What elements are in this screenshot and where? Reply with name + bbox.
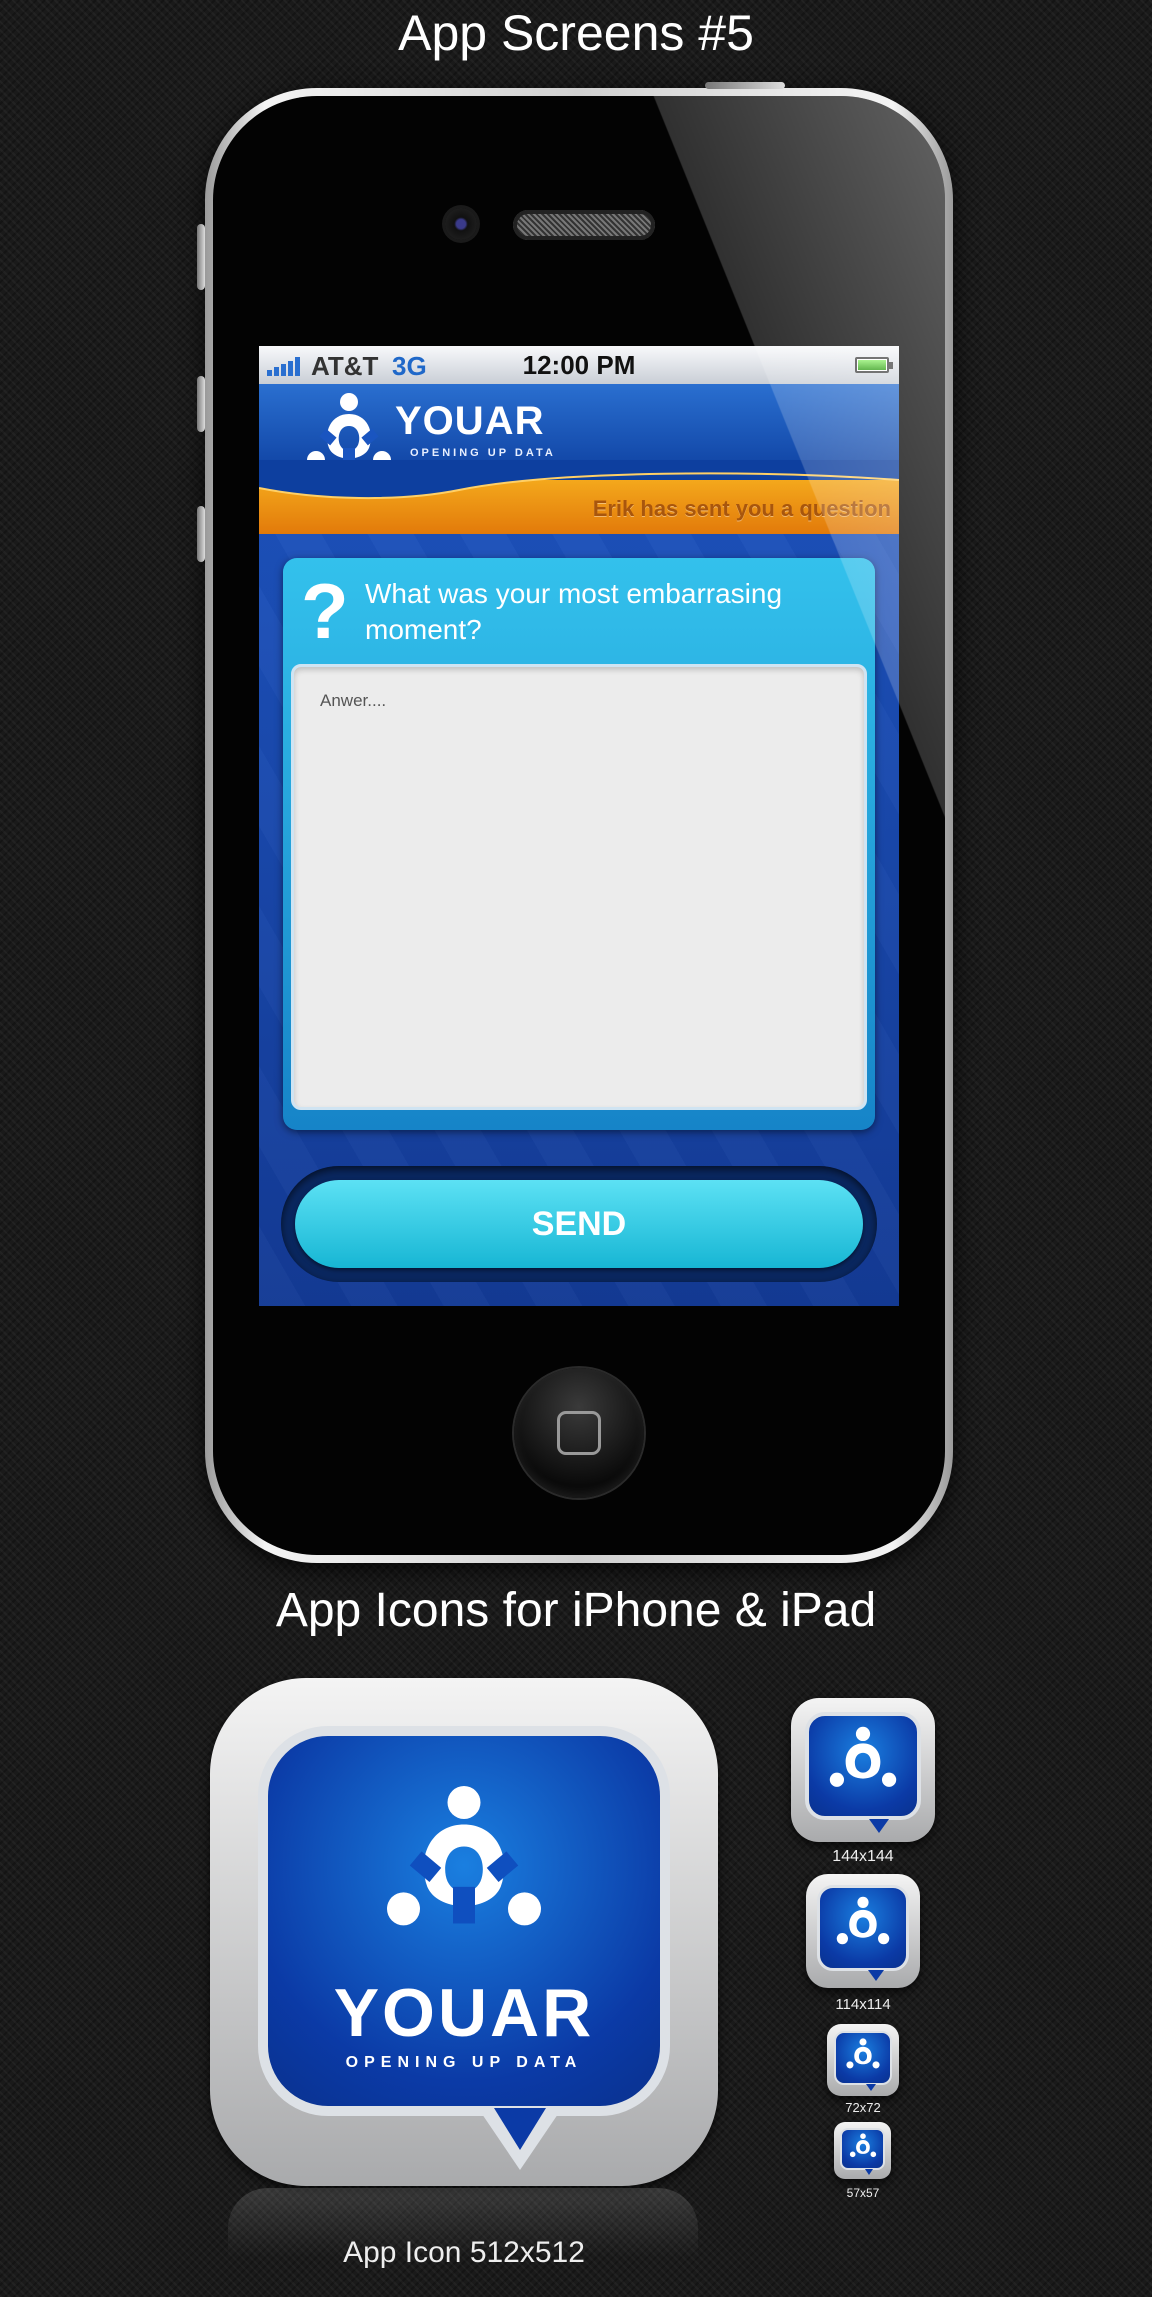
- app-icon-72: [827, 2024, 899, 2096]
- icon-bubble-tail: [866, 2084, 876, 2091]
- app-icon-114: [806, 1874, 920, 1988]
- mute-switch: [197, 224, 205, 290]
- icon-brand-tagline: OPENING UP DATA: [345, 2054, 583, 2071]
- icon-caption-57: 57x57: [846, 2186, 880, 2200]
- icon-caption-144: 144x144: [832, 1848, 894, 1865]
- youar-logo-icon: [836, 1896, 890, 1945]
- speaker-grille: [513, 210, 655, 240]
- home-square-icon: [557, 1411, 601, 1455]
- youar-logo-icon: [829, 1726, 897, 1787]
- icon-bubble-tail: [868, 1970, 884, 1981]
- youar-logo-icon: [846, 2038, 880, 2069]
- icon-bubble-tail: [865, 2169, 873, 2175]
- iphone-mockup: AT&T 3G 12:00 PM YOUAR OPENING UP DATA E…: [197, 82, 953, 1563]
- icon-caption-512: App Icon 512x512: [343, 2236, 585, 2269]
- send-button[interactable]: SEND: [295, 1180, 863, 1268]
- brand-name: YOUAR: [395, 399, 545, 443]
- status-bar: AT&T 3G 12:00 PM: [259, 346, 899, 384]
- icon-brand-name: YOUAR: [333, 1975, 595, 2051]
- volume-up-button: [197, 376, 205, 432]
- youar-logo-icon: [387, 1786, 541, 1926]
- status-time: 12:00 PM: [522, 350, 636, 380]
- question-text: What was your most embarrasing moment?: [365, 578, 783, 645]
- youar-logo-icon: [849, 2133, 877, 2158]
- app-icon-57: [834, 2122, 891, 2179]
- icon-bubble-tail: [869, 1819, 889, 1833]
- battery-full-icon: [855, 357, 893, 373]
- question-mark-icon: ?: [301, 567, 349, 655]
- question-card: ? What was your most embarrasing moment?: [283, 558, 875, 1130]
- notification-text[interactable]: Erik has sent you a question: [593, 496, 891, 522]
- icon-caption-72: 72x72: [845, 2100, 881, 2115]
- camera-icon: [445, 208, 477, 240]
- app-icon-144: [791, 1698, 935, 1842]
- brand-tagline: OPENING UP DATA: [410, 447, 556, 459]
- volume-down-button: [197, 506, 205, 562]
- icons-section-title: App Icons for iPhone & iPad: [275, 1584, 877, 1637]
- sleep-button: [705, 82, 785, 89]
- phone-screen: AT&T 3G 12:00 PM YOUAR OPENING UP DATA E…: [259, 346, 899, 1306]
- phone-face: AT&T 3G 12:00 PM YOUAR OPENING UP DATA E…: [213, 96, 945, 1555]
- app-icon-large: YOUAR OPENING UP DATA: [210, 1678, 718, 2186]
- page-title: App Screens #5: [398, 5, 754, 61]
- icon-bubble-tail-inner: [494, 2108, 546, 2150]
- home-button[interactable]: [514, 1368, 644, 1498]
- icon-caption-114: 114x114: [835, 1996, 891, 2013]
- answer-input[interactable]: [291, 664, 867, 1110]
